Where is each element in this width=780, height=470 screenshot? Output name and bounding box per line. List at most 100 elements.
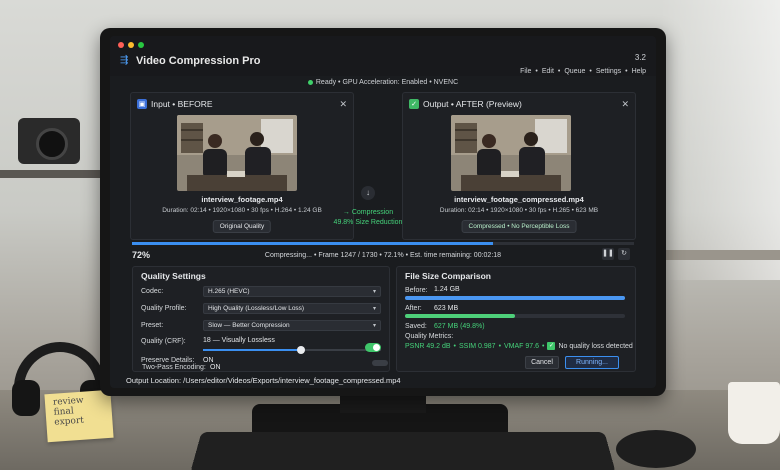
progress-status-text: Compressing... • Frame 1247 / 1730 • 72.… — [264, 252, 502, 259]
arrow-down-icon: ↓ — [361, 186, 375, 200]
vmaf-metric: VMAF 97.6 — [504, 342, 540, 350]
menu-settings[interactable]: Settings — [596, 68, 621, 75]
crf-slider-handle[interactable] — [297, 346, 305, 354]
crf-value: 18 — Visually Lossless — [203, 337, 275, 344]
menu-bar: File • Edit • Queue • Settings • Help — [520, 68, 646, 75]
input-video-thumbnail[interactable] — [177, 115, 297, 191]
preserve-details-toggle[interactable] — [365, 343, 381, 352]
mouse — [616, 430, 696, 468]
output-close-icon[interactable]: ✕ — [621, 99, 629, 110]
window-controls — [118, 42, 144, 48]
output-file-name: interview_footage_compressed.mp4 — [454, 195, 584, 204]
keyboard — [190, 432, 616, 470]
status-text: Ready • GPU Acceleration: Enabled • NVEN… — [315, 79, 459, 86]
coffee-mug — [728, 382, 780, 444]
output-panel: ✓ Output • AFTER (Preview) ✕ interview_f… — [402, 92, 636, 240]
quality-settings-panel: Quality Settings Codec: H.265 (HEVC) ▾ Q… — [132, 266, 390, 372]
quality-profile-label: Quality Profile: — [141, 305, 187, 312]
app-title: Video Compression Pro — [136, 55, 261, 67]
interview-scene-image — [177, 115, 297, 191]
saved-label: Saved: — [405, 323, 427, 330]
preserve-details-label: Preserve Details: — [141, 357, 195, 364]
app-version: 3.2 — [634, 53, 646, 62]
two-pass-value: ON — [210, 364, 221, 371]
output-quality-badge: Compressed • No Perceptible Loss — [461, 220, 577, 233]
two-pass-label: Two-Pass Encoding: — [142, 364, 206, 371]
codec-label: Codec: — [141, 288, 164, 295]
before-size: 1.24 GB — [434, 286, 460, 293]
quality-profile-select[interactable]: High Quality (Lossless/Low Loss) ▾ — [203, 303, 381, 314]
progress-fill — [132, 242, 494, 245]
status-bar: Ready • GPU Acceleration: Enabled • NVEN… — [110, 79, 656, 86]
cancel-button[interactable]: Cancel — [525, 356, 559, 369]
preset-value: Slow — Better Compression — [208, 322, 290, 329]
app-window: ⇶ Video Compression Pro 3.2 File • Edit • … — [110, 36, 656, 388]
output-location: Output Location: /Users/editor/Videos/Ex… — [126, 376, 401, 385]
right-shelf — [650, 250, 780, 260]
crf-label: Quality (CRF): — [141, 338, 186, 345]
before-bar-fill — [405, 296, 625, 300]
input-panel: ▣ Input • BEFORE ✕ interview_footage.mp4… — [130, 92, 354, 240]
file-size-panel: File Size Comparison Before: 1.24 GB Aft… — [396, 266, 636, 372]
minimize-window-button[interactable] — [128, 42, 134, 48]
app-logo-icon: ⇶ — [120, 55, 129, 66]
running-button[interactable]: Running... — [565, 356, 619, 369]
close-window-button[interactable] — [118, 42, 124, 48]
refresh-button[interactable]: ↻ — [618, 248, 630, 260]
preset-select[interactable]: Slow — Better Compression ▾ — [203, 320, 381, 331]
psnr-metric: PSNR 49.2 dB — [405, 342, 451, 350]
input-file-name: interview_footage.mp4 — [201, 195, 283, 204]
wall-shelf — [0, 170, 110, 178]
after-bar-fill — [405, 314, 516, 318]
codec-select[interactable]: H.265 (HEVC) ▾ — [203, 286, 381, 297]
background-camera — [18, 118, 80, 164]
maximize-window-button[interactable] — [138, 42, 144, 48]
monitor: ⇶ Video Compression Pro 3.2 File • Edit • … — [100, 28, 666, 396]
pause-button[interactable]: ❚❚ — [602, 248, 614, 260]
checkmark-icon: ✓ — [547, 342, 556, 350]
file-size-title: File Size Comparison — [405, 271, 491, 281]
quality-metrics-row: PSNR 49.2 dB • SSIM 0.987 • VMAF 97.6 • … — [405, 342, 633, 350]
after-size: 623 MB — [434, 305, 459, 312]
before-bar — [405, 296, 625, 300]
before-label: Before: — [405, 287, 428, 294]
quality-profile-value: High Quality (Lossless/Low Loss) — [208, 305, 305, 312]
codec-value: H.265 (HEVC) — [208, 288, 250, 295]
title-bar: ⇶ Video Compression Pro 3.2 File • Edit • … — [110, 36, 656, 76]
menu-edit[interactable]: Edit — [542, 68, 554, 75]
after-label: After: — [405, 305, 422, 312]
quality-settings-title: Quality Settings — [141, 271, 206, 281]
preset-label: Preset: — [141, 322, 164, 329]
input-panel-title: Input • BEFORE — [151, 99, 213, 109]
checkmark-icon: ✓ — [409, 99, 419, 109]
input-panel-header: ▣ Input • BEFORE — [137, 99, 213, 109]
saved-value: 627 MB (49.8%) — [434, 323, 485, 330]
sticky-note: review final export — [44, 389, 114, 443]
menu-queue[interactable]: Queue — [564, 68, 585, 75]
menu-help[interactable]: Help — [632, 68, 646, 75]
monitor-stand-neck — [340, 393, 426, 413]
chevron-down-icon: ▾ — [372, 289, 376, 295]
output-panel-title: Output • AFTER (Preview) — [423, 99, 522, 109]
chevron-down-icon: ▾ — [372, 323, 376, 329]
no-loss-text: No quality loss detected — [558, 342, 633, 350]
progress-bar — [132, 242, 634, 245]
menu-file[interactable]: File — [520, 68, 531, 75]
quality-metrics-label: Quality Metrics: — [405, 333, 454, 340]
after-bar — [405, 314, 625, 318]
preserve-details-value: ON — [203, 357, 214, 364]
two-pass-toggle[interactable] — [372, 360, 388, 366]
interview-scene-image-preview — [451, 115, 571, 191]
progress-percent: 72% — [132, 250, 151, 260]
input-file-icon: ▣ — [137, 99, 147, 109]
window-light — [660, 0, 780, 280]
ssim-metric: SSIM 0.987 — [458, 342, 496, 350]
output-file-meta: Duration: 02:14 • 1920×1080 • 30 fps • H… — [439, 207, 599, 214]
output-video-thumbnail[interactable] — [451, 115, 571, 191]
input-close-icon[interactable]: ✕ — [339, 99, 347, 110]
status-dot-icon — [307, 79, 313, 85]
input-quality-badge: Original Quality — [212, 220, 272, 233]
output-panel-header: ✓ Output • AFTER (Preview) — [409, 99, 522, 109]
crf-slider-filled[interactable] — [203, 349, 301, 351]
chevron-down-icon: ▾ — [372, 306, 376, 312]
